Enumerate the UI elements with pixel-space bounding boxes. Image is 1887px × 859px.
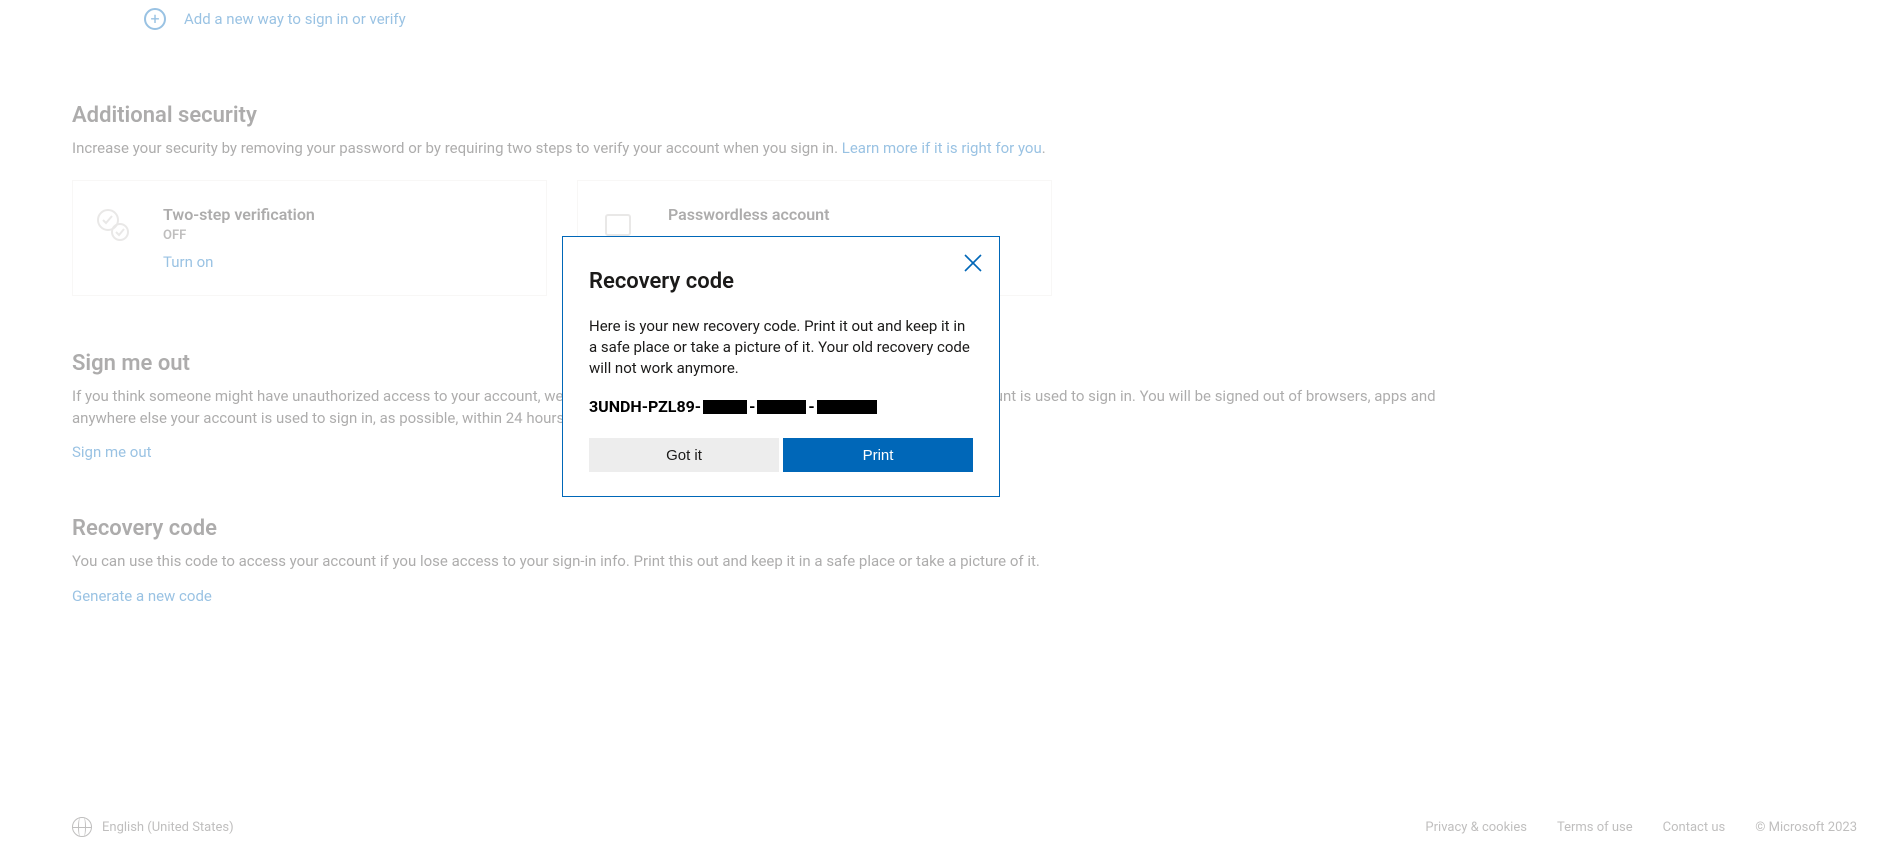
recovery-code-dialog: Recovery code Here is your new recovery … [562, 236, 1000, 497]
redacted-segment [817, 400, 877, 414]
dialog-title: Recovery code [589, 269, 973, 294]
got-it-button[interactable]: Got it [589, 438, 779, 472]
print-button[interactable]: Print [783, 438, 973, 472]
close-button[interactable] [961, 251, 985, 275]
recovery-code-value: 3UNDH-PZL89--- [589, 397, 973, 416]
redacted-segment [703, 400, 747, 414]
close-icon [964, 254, 982, 272]
dialog-body: Here is your new recovery code. Print it… [589, 316, 973, 379]
redacted-segment [757, 400, 806, 414]
